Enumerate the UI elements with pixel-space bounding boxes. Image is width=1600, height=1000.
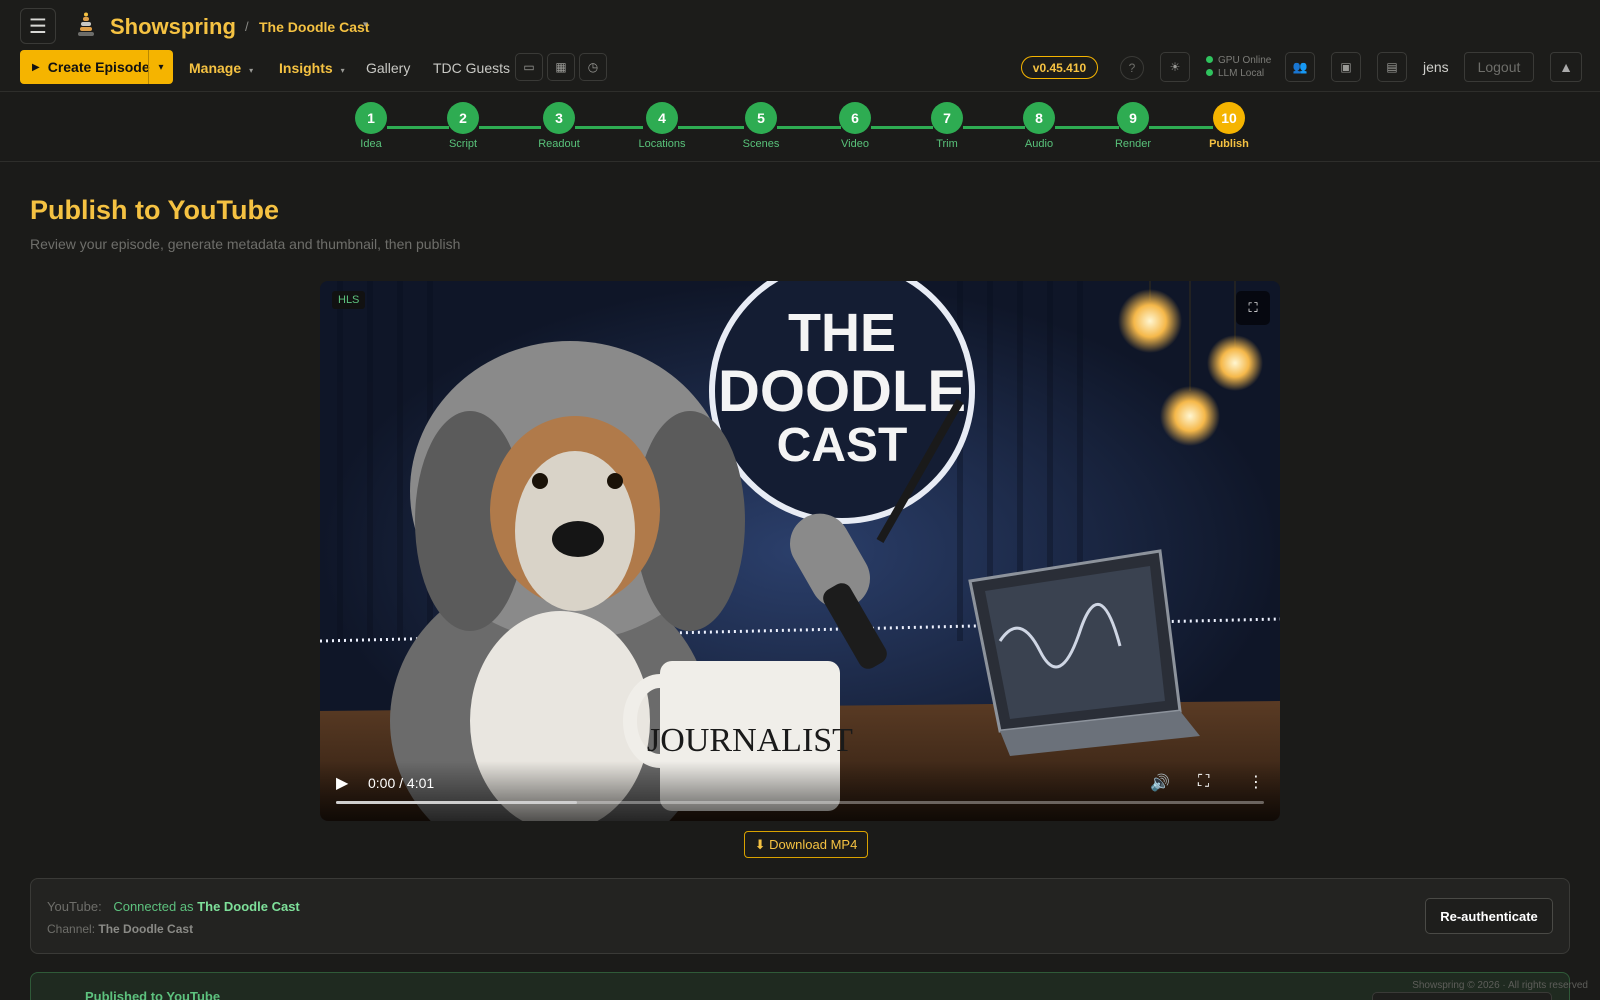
create-episode-label: Create Episode [47,59,150,75]
chevron-down-icon[interactable]: ▾ [363,19,368,30]
logout-button[interactable]: Logout [1464,52,1534,82]
video-frame: THE DOODLE CAST JOURNALIST [320,281,1280,821]
chevron-down-icon: ▾ [340,66,345,75]
step-trim[interactable]: 7 Trim [907,102,987,150]
video-icon[interactable]: ▭ [515,53,543,81]
llm-status: LLM Local [1218,68,1265,79]
play-icon[interactable]: ▶ [336,773,348,793]
expand-icon[interactable]: ⛶ [1236,291,1270,325]
seek-bar[interactable] [336,801,1264,804]
play-icon: ▶ [32,61,40,73]
logo-icon [78,12,94,36]
create-episode-button[interactable]: ▶ Create Episode ▾ [20,50,173,84]
step-idea[interactable]: 1 Idea [331,102,411,150]
published-title: Published to YouTube [85,989,221,1000]
youtube-status: YouTube: Connected as The Doodle Cast [47,899,300,914]
youtube-label: YouTube: [47,899,102,914]
sign-line2: DOODLE [718,359,966,424]
page-subtitle: Review your episode, generate metadata a… [30,236,461,252]
collapse-icon[interactable]: ▲ [1550,52,1582,82]
step-scenes[interactable]: 5 Scenes [721,102,801,150]
published-panel: Published to YouTube [30,972,1570,1000]
calendar-icon[interactable]: ▦ [547,53,575,81]
clock-icon[interactable]: ◷ [579,53,607,81]
youtube-connection-panel: YouTube: Connected as The Doodle Cast Ch… [30,878,1570,954]
brand-name[interactable]: Showspring [110,14,236,40]
feedback-icon[interactable]: ▣ [1331,52,1361,82]
channel-label: Channel: [47,922,96,936]
gpu-status-dot [1206,56,1213,63]
footer-copyright: Showspring © 2026 · All rights reserved [1412,980,1588,991]
more-options-icon[interactable]: ⋮ [1248,772,1264,792]
nav-gallery[interactable]: Gallery [366,60,410,76]
video-time: 0:00 / 4:01 [368,775,435,791]
create-episode-dropdown[interactable]: ▾ [148,50,173,84]
step-readout[interactable]: 3 Readout [519,102,599,150]
theme-toggle-icon[interactable]: ☀ [1160,52,1190,82]
nav-tdc-guests[interactable]: TDC Guests [433,60,510,76]
panel-button[interactable] [1372,992,1552,1000]
gpu-status: GPU Online [1218,55,1272,66]
hls-badge: HLS [332,291,366,309]
breadcrumb-separator: / [245,19,249,34]
step-publish[interactable]: 10 Publish [1189,102,1269,150]
mug-text: JOURNALIST [647,722,853,759]
fullscreen-icon[interactable]: ⛶ [1198,773,1209,791]
video-player[interactable]: THE DOODLE CAST JOURNALIST HLS ⛶ ▶ 0:00 … [320,281,1280,821]
top-bar: ☰ Showspring / The Doodle Cast ▾ ▶ Creat… [0,0,1600,92]
hamburger-icon[interactable]: ☰ [20,8,56,44]
video-controls: ▶ 0:00 / 4:01 🔊 ⛶ ⋮ [320,761,1280,821]
connection-status: Connected as The Doodle Cast [113,899,300,914]
version-badge: v0.45.410 [1021,56,1098,79]
connected-account: The Doodle Cast [197,899,300,914]
system-status: GPU Online LLM Local [1206,54,1271,80]
download-mp4-button[interactable]: ⬇ Download MP4 [744,831,868,858]
page-title: Publish to YouTube [30,195,279,225]
sign-line1: THE [788,303,896,363]
volume-icon[interactable]: 🔊 [1150,773,1170,793]
step-audio[interactable]: 8 Audio [999,102,1079,150]
users-icon[interactable]: 👥 [1285,52,1315,82]
step-script[interactable]: 2 Script [423,102,503,150]
sign-line3: CAST [777,419,908,472]
channel-name: The Doodle Cast [98,922,194,936]
help-icon[interactable]: ? [1120,56,1144,80]
chat-icon[interactable]: ▤ [1377,52,1407,82]
project-selector[interactable]: The Doodle Cast [259,19,369,35]
channel-info: Channel: The Doodle Cast [47,922,193,936]
step-video[interactable]: 6 Video [815,102,895,150]
nav-insights-label: Insights [279,60,333,76]
seek-progress [336,801,578,804]
nav-insights[interactable]: Insights ▾ [279,60,345,76]
re-authenticate-button[interactable]: Re-authenticate [1425,898,1553,934]
llm-status-dot [1206,69,1213,76]
chevron-down-icon: ▾ [249,66,254,75]
username: jens [1423,59,1449,75]
nav-manage[interactable]: Manage ▾ [189,60,253,76]
step-render[interactable]: 9 Render [1093,102,1173,150]
step-locations[interactable]: 4 Locations [622,102,702,150]
nav-manage-label: Manage [189,60,242,76]
